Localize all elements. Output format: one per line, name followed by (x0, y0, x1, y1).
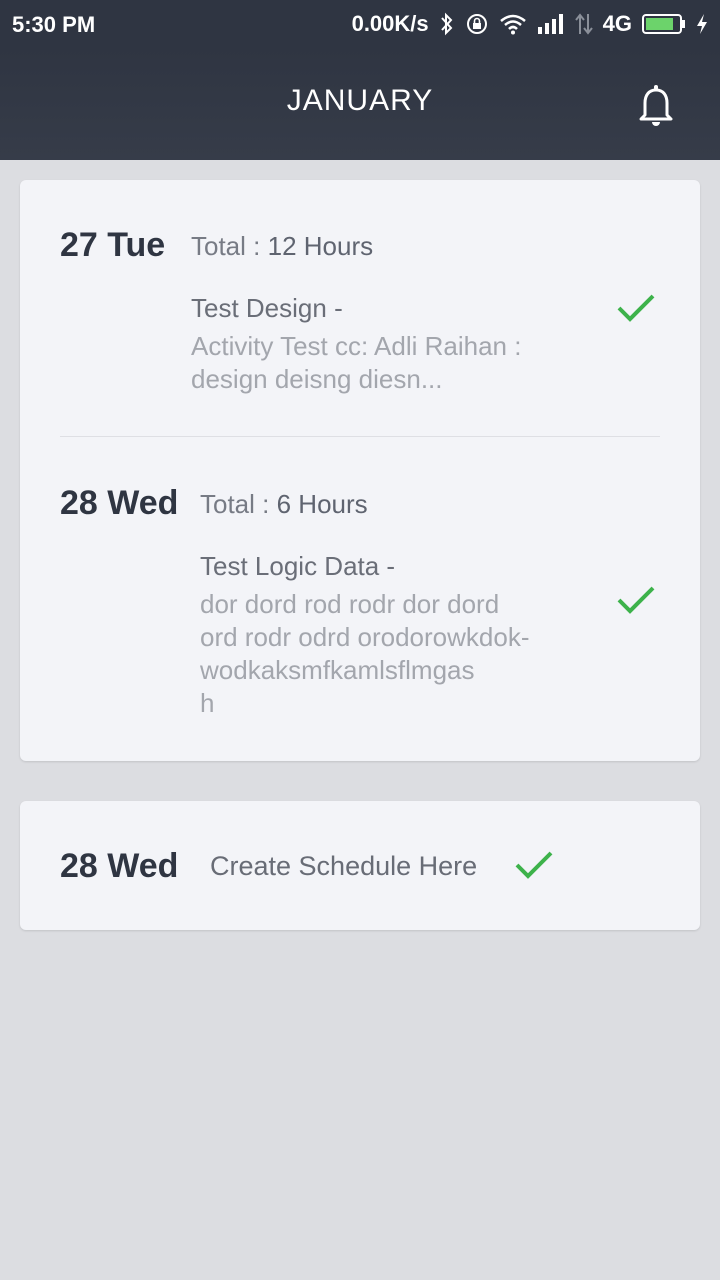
activity-description: dor dord rod rodr dor dord ord rodr odrd… (200, 589, 530, 718)
total-label: Total : (191, 231, 261, 261)
net-speed: 0.00K/s (351, 11, 429, 36)
check-icon[interactable] (514, 849, 554, 881)
signal-icon (537, 13, 565, 35)
check-icon[interactable] (616, 584, 656, 616)
activity-title: Test Design - (191, 293, 343, 323)
bluetooth-icon (439, 12, 455, 36)
schedule-day-label: 28 Wed (60, 847, 179, 885)
lock-rotation-icon (465, 12, 489, 36)
total-value: 12 Hours (267, 231, 374, 261)
create-schedule-card[interactable]: 28 Wed Create Schedule Here (20, 801, 700, 930)
app-header: JANUARY (0, 48, 720, 160)
bell-icon[interactable] (636, 84, 676, 126)
battery-icon (642, 13, 686, 35)
total-hours: Total : 12 Hours (191, 231, 373, 262)
activity-title: Test Logic Data - (200, 551, 396, 581)
create-schedule-label[interactable]: Create Schedule Here (210, 851, 477, 882)
charging-icon (696, 13, 708, 35)
divider (60, 436, 660, 437)
month-title: JANUARY (286, 84, 434, 117)
network-type: 4G (602, 11, 632, 36)
timesheet-card: 27 Tue Total : 12 Hours Test Design - Ac… (20, 180, 700, 761)
status-bar: 5:30 PM 0.00K/s 4G (0, 0, 720, 48)
status-icons: 0.00K/s 4G (352, 10, 708, 38)
total-value: 6 Hours (276, 489, 368, 519)
wifi-icon (499, 13, 527, 35)
day-label: 27 Tue (60, 226, 166, 264)
activity-description: Activity Test cc: Adli Raihan : design d… (191, 331, 522, 394)
data-transfer-icon (574, 12, 593, 36)
status-time: 5:30 PM (12, 12, 96, 37)
total-label: Total : (200, 489, 270, 519)
check-icon[interactable] (616, 292, 656, 324)
day-label: 28 Wed (60, 484, 179, 522)
total-hours: Total : 6 Hours (200, 489, 368, 520)
